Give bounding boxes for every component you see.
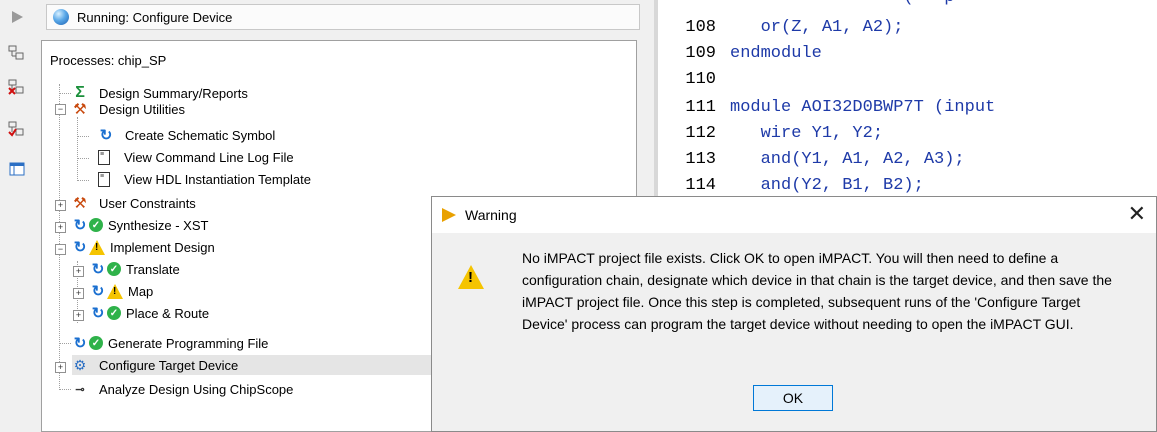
device-icon: ⚙ <box>73 356 87 373</box>
expand-translate[interactable]: + <box>73 266 84 277</box>
dialog-message: No iMPACT project file exists. Click OK … <box>522 250 1112 332</box>
process-item-place-route[interactable]: ↻ ✓ Place & Route <box>90 303 209 323</box>
ok-button[interactable]: OK <box>753 385 833 411</box>
refresh-icon: ↻ <box>91 261 105 278</box>
dialog-title: Warning <box>465 207 517 223</box>
tools-icon: ⚒ <box>73 101 87 118</box>
check-icon: ✓ <box>107 262 121 276</box>
process-item-create-schematic-symbol[interactable]: ↻ Create Schematic Symbol <box>98 125 276 145</box>
process-item-view-log-file[interactable]: ≡ View Command Line Log File <box>98 147 294 167</box>
running-spinner-icon <box>53 9 69 25</box>
refresh-icon: ↻ <box>91 283 105 300</box>
refresh-icon: ↻ <box>73 335 87 352</box>
warning-dialog: Warning ✕ ! No iMPACT project file exist… <box>431 196 1157 432</box>
expand-user-constraints[interactable]: + <box>55 200 66 211</box>
close-icon[interactable]: ✕ <box>1128 201 1146 227</box>
refresh-icon: ↻ <box>99 127 113 144</box>
check-icon: ✓ <box>89 218 103 232</box>
expand-design-utilities[interactable]: − <box>55 104 66 115</box>
process-item-synthesize-xst[interactable]: ↻ ✓ Synthesize - XST <box>72 215 209 235</box>
expand-place-route[interactable]: + <box>73 310 84 321</box>
status-text: Running: Configure Device <box>77 9 233 25</box>
process-item-analyze-chipscope[interactable]: ⊸ Analyze Design Using ChipScope <box>72 379 293 399</box>
warning-icon: ! <box>107 283 123 299</box>
process-item-translate[interactable]: ↻ ✓ Translate <box>90 259 180 279</box>
cleanup-icon[interactable] <box>8 78 26 96</box>
code-line: 110 <box>685 70 716 89</box>
process-properties-icon[interactable] <box>8 44 26 62</box>
run-icon[interactable] <box>8 8 26 26</box>
code-line: 111 module AOI32D0BWP7T (input <box>685 98 996 117</box>
process-item-view-hdl-template[interactable]: ≡ View HDL Instantiation Template <box>98 169 311 189</box>
process-item-implement-design[interactable]: ↻ ! Implement Design <box>72 237 215 257</box>
warning-icon: ! <box>89 239 105 255</box>
refresh-icon: ↻ <box>73 239 87 256</box>
chipscope-icon: ⊸ <box>75 383 85 396</box>
expand-configure-target-device[interactable]: + <box>55 362 66 373</box>
refresh-icon: ↻ <box>73 217 87 234</box>
status-bar: Running: Configure Device <box>46 4 640 30</box>
document-icon: ≡ <box>98 149 110 165</box>
expand-map[interactable]: + <box>73 288 84 299</box>
process-item-generate-programming-file[interactable]: ↻ ✓ Generate Programming File <box>72 333 269 353</box>
code-line: 109 endmodule <box>685 44 822 63</box>
dialog-titlebar[interactable]: Warning ✕ <box>432 197 1156 233</box>
process-item-design-utilities[interactable]: ⚒ Design Utilities <box>72 99 185 119</box>
check-icon: ✓ <box>89 336 103 350</box>
process-item-map[interactable]: ↻ ! Map <box>90 281 154 301</box>
refresh-icon: ↻ <box>91 305 105 322</box>
code-line: 112 wire Y1, Y2; <box>685 124 884 143</box>
document-icon: ≡ <box>98 171 110 187</box>
table-icon[interactable] <box>8 160 26 178</box>
tools-icon: ⚒ <box>73 195 87 212</box>
processes-title: Processes: chip_SP <box>50 53 167 68</box>
check-icon: ✓ <box>107 306 121 320</box>
expand-implement-design[interactable]: − <box>55 244 66 255</box>
process-item-user-constraints[interactable]: ⚒ User Constraints <box>72 193 196 213</box>
warning-icon: ! <box>458 265 484 289</box>
expand-synthesize[interactable]: + <box>55 222 66 233</box>
left-toolbar <box>0 0 39 432</box>
dialog-body: ! No iMPACT project file exists. Click O… <box>432 233 1156 431</box>
rerun-icon[interactable] <box>8 120 26 138</box>
code-line: 113 and(Y1, A1, A2, A3); <box>685 150 965 169</box>
code-line: 108 or(Z, A1, A2); <box>685 18 904 37</box>
app-logo-icon <box>442 208 456 222</box>
